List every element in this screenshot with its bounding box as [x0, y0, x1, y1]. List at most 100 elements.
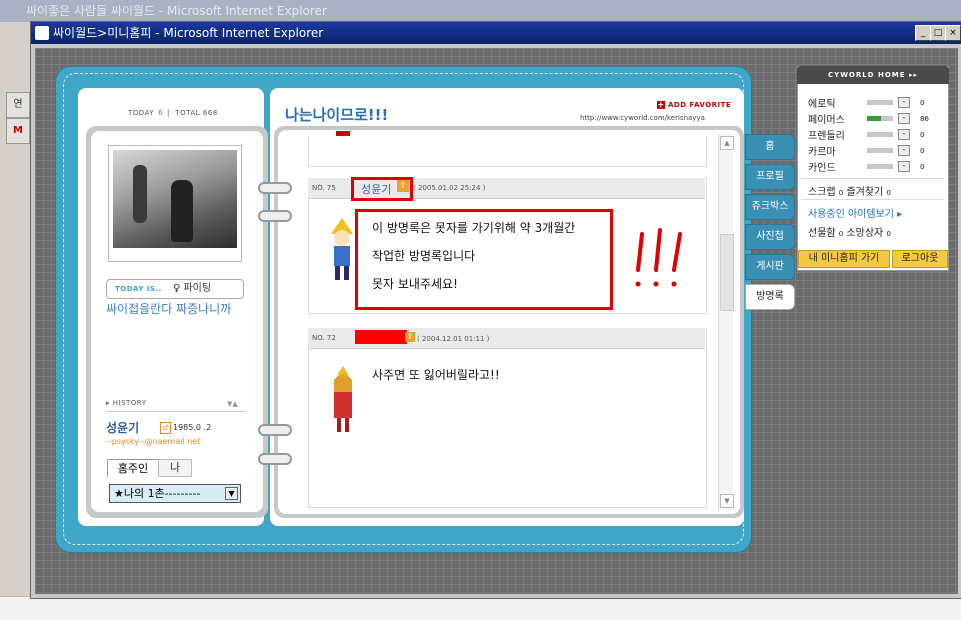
popup-title: 싸이월드>미니홈피 - Microsoft Internet Explorer — [53, 26, 324, 40]
gift-wish-row: 선물함 0 소망상자 0 — [808, 224, 891, 239]
favorites-count: 0 — [886, 189, 891, 197]
tab-profile[interactable]: 프로필 — [745, 164, 795, 190]
stat-bar — [867, 116, 893, 121]
history-toggle-icon[interactable]: ▼▲ — [227, 400, 238, 408]
visitor-counter: TODAY 6 | TOTAL 668 — [128, 109, 218, 117]
gift-link[interactable]: 선물함 — [808, 228, 836, 239]
today-is-value: 파이팅 — [183, 283, 212, 294]
binder-ring — [258, 424, 292, 436]
add-favorite-button[interactable]: + ADD FAVORITE — [657, 101, 731, 109]
history-label: ▸ HISTORY — [106, 399, 147, 407]
background-toolbar-label[interactable]: M — [6, 118, 30, 144]
stat-label: 카르마 — [808, 147, 836, 158]
tab-owner[interactable]: 홈주인 — [107, 459, 159, 477]
divider — [801, 199, 944, 200]
avatar-blue — [331, 218, 353, 280]
stat-label: 페이머스 — [808, 115, 845, 126]
mood-icon: ♀ — [172, 283, 181, 294]
double-chevron-icon: ▸▸ — [908, 71, 918, 79]
binder-ring — [258, 453, 292, 465]
owner-email[interactable]: --psysky--@naemail.net — [106, 437, 200, 446]
ilchon-select[interactable]: ★나의 1촌--------- ▼ — [109, 484, 241, 503]
owner-name: 성윤기 — [106, 421, 140, 435]
logout-button[interactable]: 로그아웃 — [892, 250, 948, 268]
stat-minus-button[interactable]: - — [898, 129, 910, 140]
tab-photo-album[interactable]: 사진첩 — [745, 224, 795, 250]
scrap-favorites-row: 스크랩 0 즐겨찾기 0 — [808, 183, 891, 198]
gift-count: 0 — [838, 230, 844, 238]
cyworld-home-header[interactable]: CYWORLD HOME ▸▸ — [797, 66, 949, 84]
photo-figure — [133, 165, 147, 223]
tab-guestbook[interactable]: 방명록 — [745, 284, 795, 310]
tab-board[interactable]: 게시판 — [745, 254, 795, 280]
stat-bar — [867, 148, 893, 153]
triangle-right-icon: ▸ — [897, 209, 903, 220]
owner-birth-text: 1985.0 .2 — [173, 423, 212, 432]
wish-count: 0 — [886, 230, 891, 238]
tab-home[interactable]: 홈 — [745, 134, 795, 160]
stat-value: 0 — [920, 163, 925, 171]
home-arrow-icon[interactable]: ⇧ — [405, 332, 415, 342]
mood-text: 싸이접을란다 짜증나니까 — [106, 302, 232, 316]
today-count: 6 — [158, 109, 164, 117]
history-label-text: HISTORY — [112, 399, 147, 407]
ie-icon — [35, 26, 49, 40]
plus-icon: + — [657, 100, 665, 109]
scrap-link[interactable]: 스크랩 — [808, 187, 836, 198]
profile-photo[interactable] — [108, 145, 242, 262]
photo-figure — [171, 180, 193, 242]
stat-minus-button[interactable]: - — [898, 161, 910, 172]
previous-entry — [308, 136, 707, 167]
scroll-down-icon[interactable]: ▼ — [720, 494, 734, 508]
background-toolbar-label[interactable]: 연 — [6, 92, 30, 118]
stat-minus-button[interactable]: - — [898, 145, 910, 156]
tab-jukebox[interactable]: 쥬크박스 — [745, 194, 795, 220]
item-view-link-label: 사용중인 아이템보기 — [808, 209, 894, 220]
photo-image — [113, 150, 237, 248]
today-is-label: TODAY IS.. — [115, 285, 162, 293]
stat-bar — [867, 100, 893, 105]
background-title: 싸이좋은 사람들 싸이월드 - Microsoft Internet Explo… — [26, 4, 327, 18]
maximize-icon[interactable]: □ — [930, 25, 946, 41]
stat-value: 0 — [920, 131, 925, 139]
my-minihome-button[interactable]: 내 미니홈피 가기 — [798, 250, 890, 268]
stat-minus-button[interactable]: - — [898, 113, 910, 124]
gender-icon: ♂ — [160, 422, 171, 434]
total-count: 668 — [202, 109, 218, 117]
annotation-text: !!! — [632, 289, 634, 290]
wish-link[interactable]: 소망상자 — [846, 228, 883, 239]
scroll-thumb[interactable] — [720, 234, 734, 311]
guestbook-scrollbar[interactable]: ▲ ▼ — [718, 134, 734, 510]
scroll-up-icon[interactable]: ▲ — [720, 136, 734, 150]
entry-line: 사주면 또 잃어버릴라고!! — [372, 368, 500, 382]
chevron-down-icon[interactable]: ▼ — [225, 487, 238, 500]
divider — [106, 411, 246, 412]
tab-me[interactable]: 나 — [158, 459, 192, 477]
stat-value: 0 — [920, 147, 925, 155]
stat-bar — [867, 164, 893, 169]
background-title-bar: 싸이좋은 사람들 싸이월드 - Microsoft Internet Explo… — [0, 0, 961, 22]
stat-minus-button[interactable]: - — [898, 97, 910, 108]
minimize-icon[interactable]: _ — [915, 25, 931, 41]
annotation-exclamation: !!! — [632, 228, 682, 290]
item-view-link[interactable]: 사용중인 아이템보기 ▸ — [808, 205, 902, 220]
minihome-title: 나는나이므로!!! — [285, 106, 389, 124]
favorites-link[interactable]: 즐겨찾기 — [846, 187, 883, 198]
annotation-box — [351, 177, 413, 201]
close-icon[interactable]: × — [945, 25, 961, 41]
stat-value: 86 — [920, 115, 929, 123]
stat-label: 카인드 — [808, 163, 836, 174]
annotation-box — [355, 209, 613, 310]
today-is-mood: TODAY IS.. ♀ 파이팅 — [106, 279, 244, 299]
cyworld-home-title: CYWORLD HOME — [827, 71, 906, 79]
scrap-count: 0 — [838, 189, 844, 197]
stat-label: 에로틱 — [808, 99, 836, 110]
stat-bar-fill — [867, 116, 882, 121]
stat-label: 프렌들리 — [808, 131, 845, 142]
avatar-red — [334, 366, 352, 432]
divider — [801, 178, 944, 179]
minihome-url[interactable]: http://www.cyworld.com/kerisnayya — [580, 114, 705, 122]
stat-value: 0 — [920, 99, 925, 107]
guestbook-entry — [308, 328, 707, 508]
redacted-author — [355, 330, 407, 344]
